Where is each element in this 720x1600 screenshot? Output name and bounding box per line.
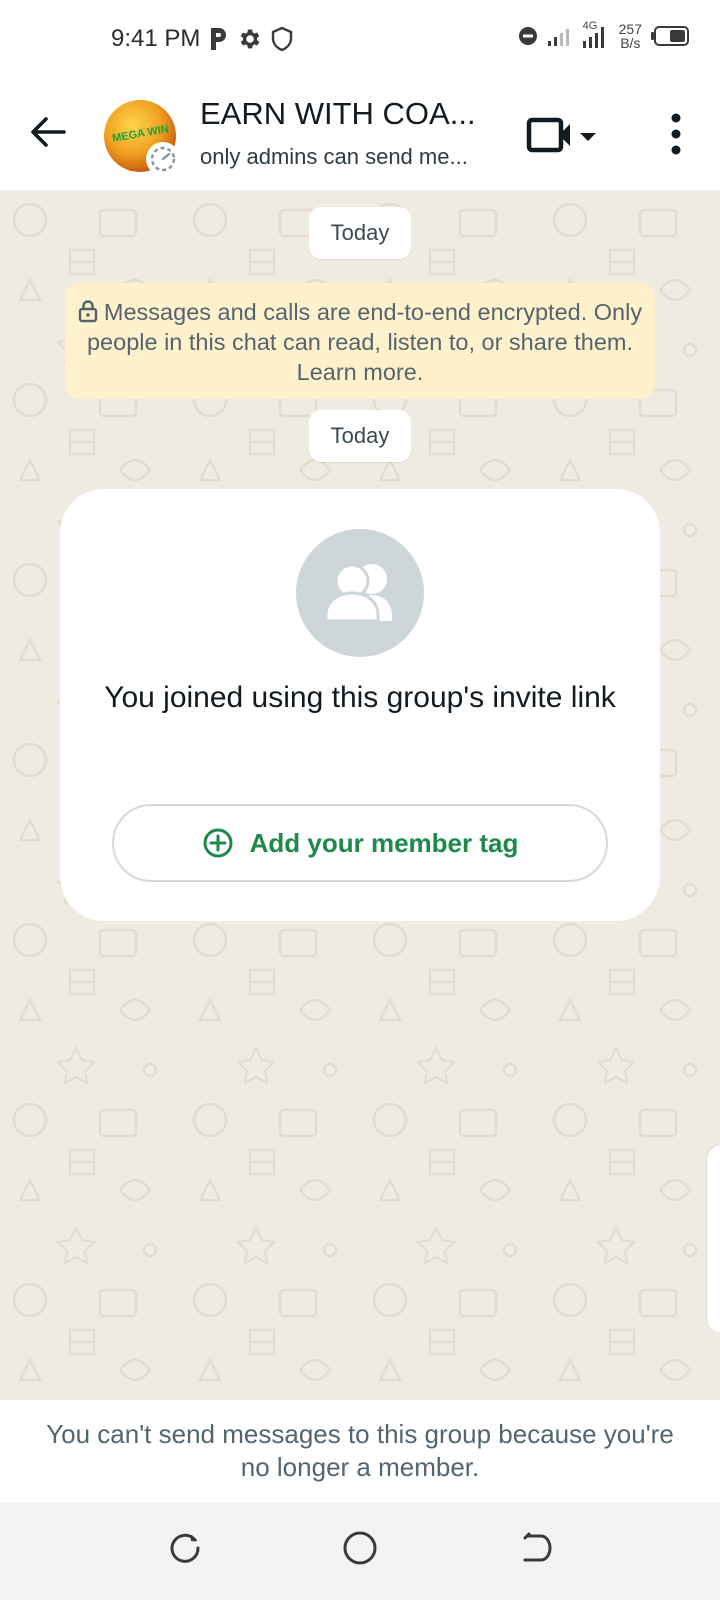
signal-4g-icon: 4G [581, 20, 611, 49]
group-placeholder-avatar [296, 529, 424, 657]
no-longer-member-text: You can't send messages to this group be… [46, 1419, 674, 1482]
status-time: 9:41 PM [111, 25, 201, 52]
joined-message: You joined using this group's invite lin… [104, 681, 616, 714]
gear-icon [240, 29, 260, 49]
group-people-icon [324, 563, 392, 623]
recents-button[interactable] [165, 1528, 205, 1568]
side-panel-handle[interactable] [706, 1144, 720, 1334]
video-call-button[interactable] [526, 112, 616, 160]
date-chip: Today [309, 410, 411, 462]
status-bar: 9:41 PM 4G 257 B/s [0, 0, 720, 80]
recents-icon [170, 1533, 200, 1563]
lock-icon [78, 300, 98, 323]
add-member-tag-label: Add your member tag [249, 827, 519, 858]
status-left-icons [208, 26, 294, 52]
add-circle-icon [203, 828, 233, 858]
chat-area[interactable]: Today Messages and calls are end-to-end … [0, 190, 720, 1400]
dropdown-caret-icon [580, 133, 596, 141]
group-subtitle[interactable]: only admins can send me... [200, 144, 490, 170]
more-options-button[interactable] [656, 110, 696, 160]
back-nav-button[interactable] [515, 1528, 555, 1568]
more-vert-icon [671, 113, 681, 155]
back-arrow-icon [31, 117, 66, 147]
video-call-icon [526, 117, 570, 153]
dnd-icon [518, 27, 537, 45]
chat-header: MEGA WIN EARN WITH COA... only admins ca… [0, 80, 720, 190]
network-speed: 257 B/s [619, 22, 642, 50]
encryption-notice[interactable]: Messages and calls are end-to-end encryp… [65, 283, 655, 399]
home-button[interactable] [340, 1528, 380, 1568]
home-icon [343, 1531, 377, 1565]
system-navigation-bar [0, 1502, 720, 1600]
p-icon [211, 28, 226, 50]
back-button[interactable] [26, 110, 70, 154]
battery-icon [651, 26, 689, 46]
back-icon [523, 1532, 552, 1562]
status-right-icons: 4G 257 B/s [517, 20, 690, 50]
signal-icon [547, 29, 569, 46]
encryption-notice-text: Messages and calls are end-to-end encryp… [86, 299, 643, 385]
group-name[interactable]: EARN WITH COA... [200, 96, 480, 132]
joined-system-card: You joined using this group's invite lin… [60, 489, 660, 921]
timer-icon [150, 146, 176, 172]
network-speed-unit: B/s [620, 35, 641, 51]
shield-icon [271, 26, 293, 52]
disappearing-timer-badge [146, 142, 180, 176]
no-longer-member-banner: You can't send messages to this group be… [0, 1400, 720, 1502]
date-chip: Today [309, 207, 411, 259]
add-member-tag-button[interactable]: Add your member tag [112, 804, 608, 882]
